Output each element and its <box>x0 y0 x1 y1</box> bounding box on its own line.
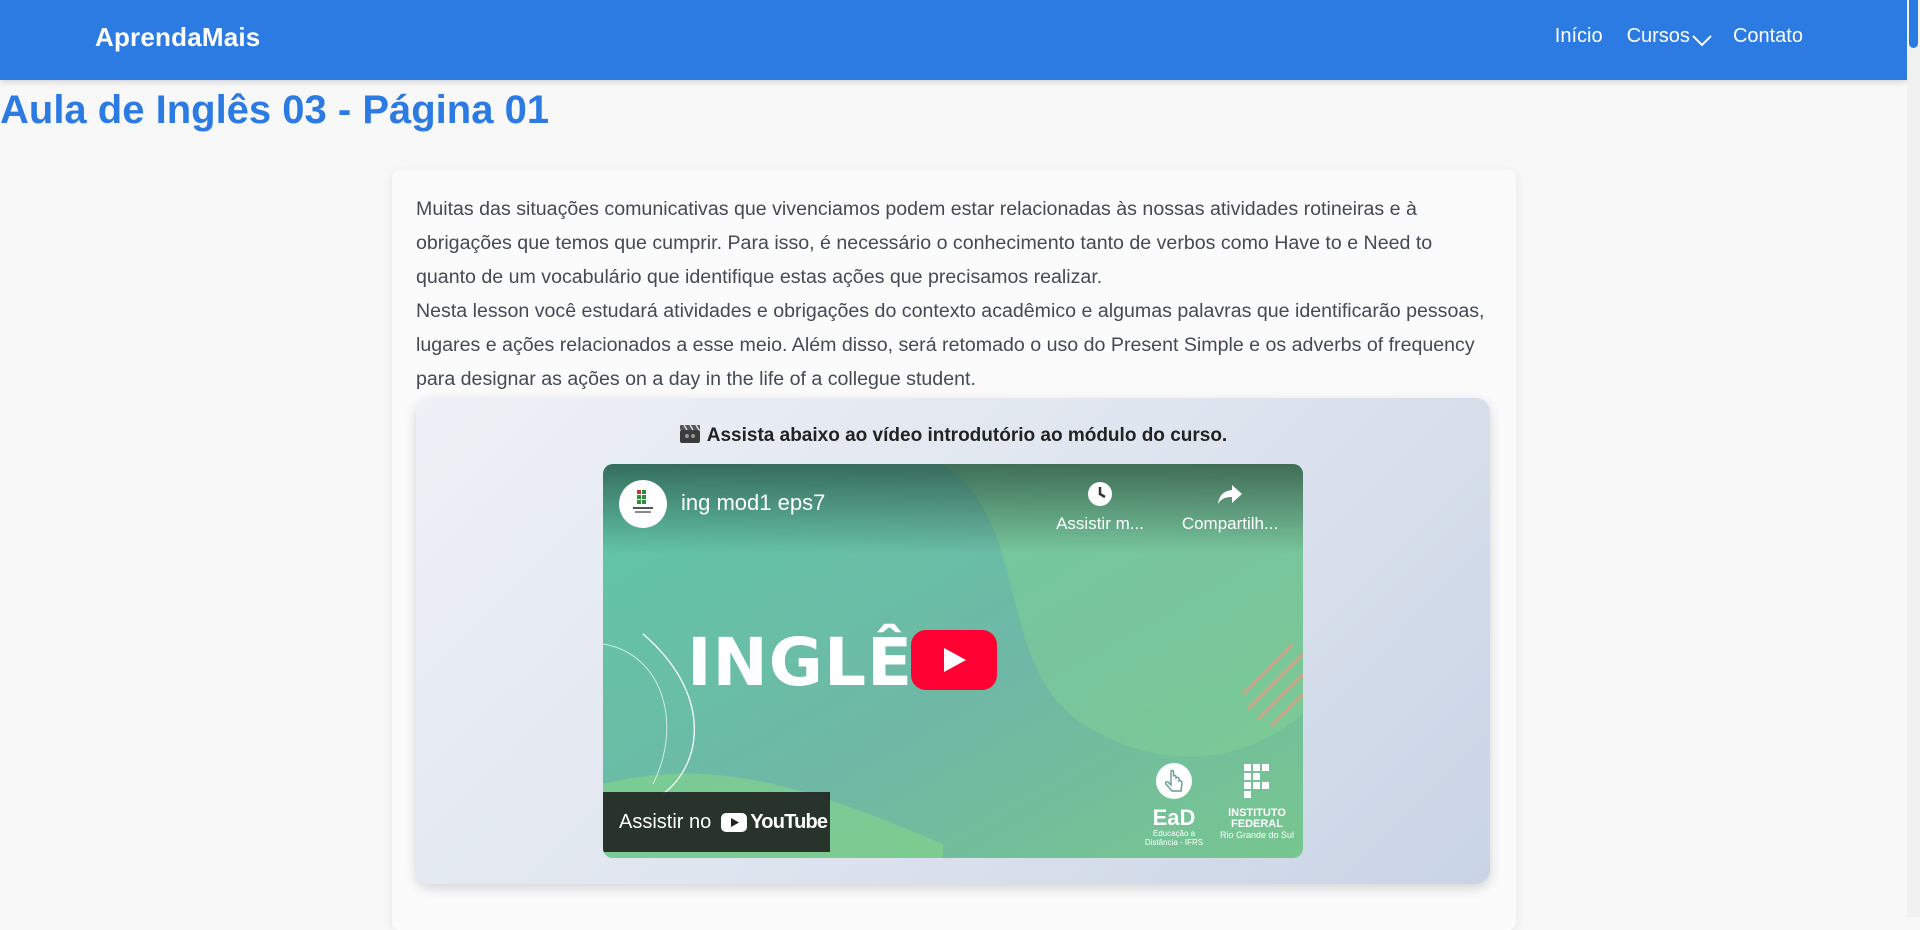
youtube-player[interactable]: ing mod1 eps7 Assistir m... Compartilh..… <box>603 464 1303 858</box>
nav-links: Início Cursos Contato <box>1555 25 1803 48</box>
if-subtitle: Rio Grande do Sul <box>1219 830 1295 840</box>
watch-on-youtube-button[interactable]: Assistir no YouTube <box>603 792 830 852</box>
hand-pointer-icon <box>1156 763 1192 799</box>
channel-avatar[interactable] <box>619 480 667 528</box>
if-title: INSTITUTO FEDERAL <box>1228 807 1286 830</box>
lesson-card: Muitas das situações comunicativas que v… <box>392 170 1516 930</box>
nav-link-contato[interactable]: Contato <box>1733 25 1803 48</box>
play-icon[interactable] <box>911 630 997 690</box>
page-title: Aula de Inglês 03 - Página 01 <box>0 88 550 132</box>
if-grid-icon <box>1244 764 1269 798</box>
video-title[interactable]: ing mod1 eps7 <box>681 490 825 516</box>
nav-link-inicio[interactable]: Início <box>1555 25 1603 48</box>
page-scrollbar[interactable] <box>1907 0 1920 917</box>
instituto-federal-logo: INSTITUTO FEDERAL Rio Grande do Sul <box>1217 762 1297 840</box>
nav-dropdown-cursos[interactable]: Cursos <box>1627 25 1713 48</box>
intro-paragraph-1: Muitas das situações comunicativas que v… <box>416 198 1433 288</box>
ead-title: EaD <box>1152 805 1196 830</box>
youtube-wordmark: YouTube <box>750 810 828 833</box>
ead-subtitle: Educação a Distância - IFRS <box>1144 829 1204 847</box>
ead-logo: EaD Educação a Distância - IFRS <box>1139 762 1209 847</box>
brand-logo[interactable]: AprendaMais <box>95 22 260 53</box>
intro-paragraph-2: Nesta lesson você estudará atividades e … <box>416 300 1485 390</box>
ifrs-avatar-icon <box>633 490 653 513</box>
clapperboard-icon <box>679 424 700 443</box>
share-label: Compartilh... <box>1181 514 1279 533</box>
watch-later-label: Assistir m... <box>1056 514 1144 533</box>
lesson-intro: Muitas das situações comunicativas que v… <box>416 192 1496 396</box>
video-caption: Assista abaixo ao vídeo introdutório ao … <box>416 424 1490 447</box>
video-panel: Assista abaixo ao vídeo introdutório ao … <box>416 398 1490 884</box>
share-button[interactable]: Compartilh... <box>1175 480 1285 534</box>
video-caption-text: Assista abaixo ao vídeo introdutório ao … <box>706 425 1228 446</box>
youtube-logo-icon <box>721 812 748 832</box>
watch-later-button[interactable]: Assistir m... <box>1050 480 1150 534</box>
chevron-down-icon <box>1692 34 1712 46</box>
watch-on-label: Assistir no <box>619 810 712 833</box>
scrollbar-thumb[interactable] <box>1909 0 1918 48</box>
clock-icon <box>1088 482 1112 506</box>
top-navbar: AprendaMais Início Cursos Contato <box>0 0 1907 80</box>
share-icon <box>1218 485 1242 504</box>
nav-link-cursos: Cursos <box>1626 25 1690 47</box>
